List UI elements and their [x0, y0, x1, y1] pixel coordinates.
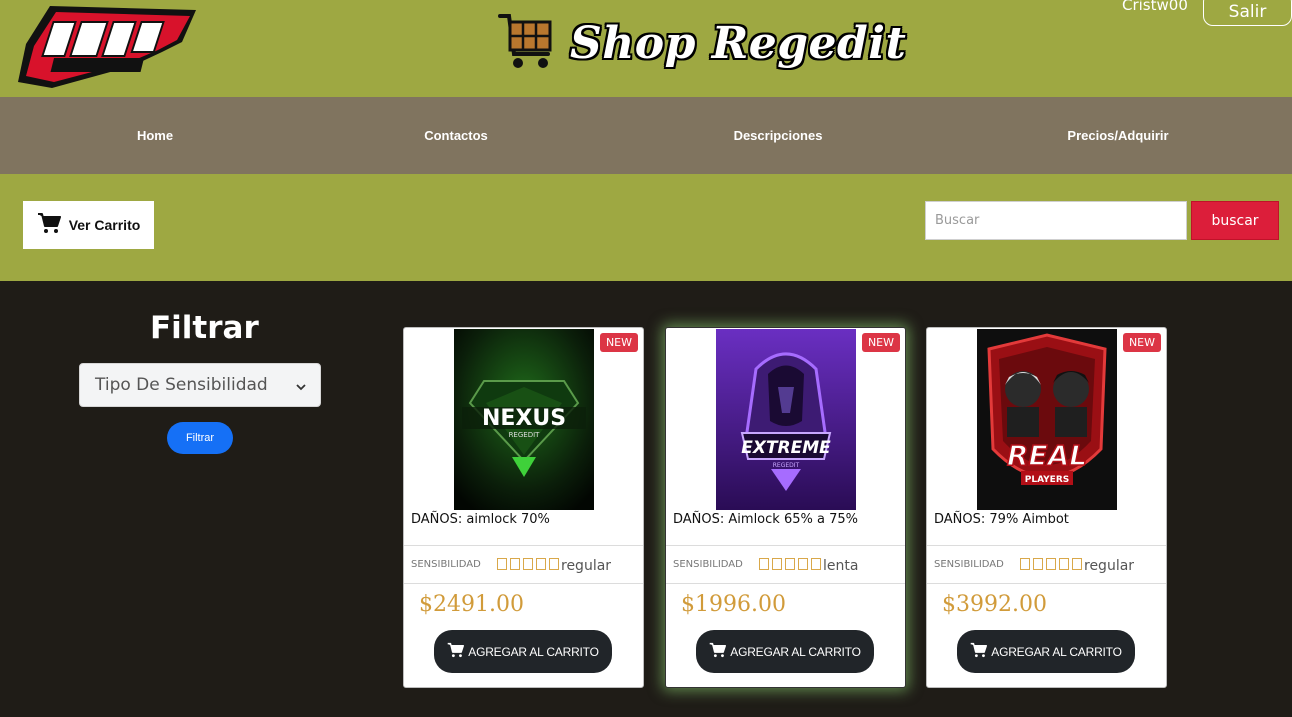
star-icon [759, 558, 769, 570]
add-to-cart-label: AGREGAR AL CARRITO [730, 644, 861, 659]
product-card: REAL PLAYERS NEW DAÑOS: 79% Aimbot SENSI… [926, 327, 1167, 688]
divider [404, 545, 643, 546]
star-icon [1072, 558, 1082, 570]
add-to-cart-button[interactable]: AGREGAR AL CARRITO [434, 630, 612, 673]
logout-button[interactable]: Salir [1203, 0, 1292, 26]
main-nav: Home Contactos Descripciones Precios/Adq… [0, 97, 1292, 174]
filter-title: Filtrar [150, 310, 259, 346]
search-input[interactable] [925, 201, 1187, 240]
divider [927, 583, 1166, 584]
search-button[interactable]: buscar [1191, 201, 1279, 240]
star-icon [510, 558, 520, 570]
star-icon [798, 558, 808, 570]
product-title: DAÑOS: 79% Aimbot [934, 512, 1069, 527]
view-cart-button[interactable]: Ver Carrito [23, 201, 154, 249]
product-title: DAÑOS: aimlock 70% [411, 512, 550, 527]
new-badge: NEW [861, 333, 900, 352]
add-to-cart-button[interactable]: AGREGAR AL CARRITO [957, 630, 1135, 673]
cart-icon [970, 642, 988, 662]
svg-text:REAL: REAL [1007, 439, 1087, 472]
sensitivity-value: regular [561, 558, 612, 574]
svg-text:REGEDIT: REGEDIT [773, 462, 800, 469]
product-price: $2491.00 [419, 592, 524, 617]
star-icon [497, 558, 507, 570]
add-to-cart-label: AGREGAR AL CARRITO [991, 644, 1122, 659]
sensitivity-select[interactable]: Tipo De Sensibilidad [79, 363, 321, 407]
sensitivity-label: SENSIBILIDAD [934, 559, 1004, 570]
sensitivity-select-value: Tipo De Sensibilidad [95, 375, 268, 395]
rating-stars [1020, 558, 1082, 570]
product-title: DAÑOS: Aimlock 65% a 75% [673, 512, 858, 527]
product-price: $3992.00 [942, 592, 1047, 617]
full-regedit-logo[interactable] [12, 2, 202, 90]
username: Cristw00 [1122, 0, 1188, 14]
svg-text:PLAYERS: PLAYERS [1025, 475, 1070, 485]
new-badge: NEW [599, 333, 638, 352]
sensitivity-value: regular [1084, 558, 1135, 574]
cart-icon [709, 642, 727, 662]
sensitivity-label: SENSIBILIDAD [673, 559, 743, 570]
star-icon [1020, 558, 1030, 570]
site-title: Shop Regedit [570, 17, 907, 69]
new-badge: NEW [1122, 333, 1161, 352]
star-icon [1059, 558, 1069, 570]
nav-item-home[interactable]: Home [100, 97, 210, 174]
divider [404, 583, 643, 584]
divider [666, 583, 905, 584]
sensitivity-value: lenta [823, 558, 859, 574]
rating-stars [759, 558, 821, 570]
star-icon [1033, 558, 1043, 570]
svg-text:EXTREME: EXTREME [741, 438, 831, 458]
nav-item-descripciones[interactable]: Descripciones [718, 97, 838, 174]
product-card: EXTREME REGEDIT NEW DAÑOS: Aimlock 65% a… [665, 327, 906, 688]
product-image-nexus[interactable]: NEXUS REGEDIT [454, 329, 594, 510]
rating-stars [497, 558, 559, 570]
divider [666, 545, 905, 546]
sensitivity-label: SENSIBILIDAD [411, 559, 481, 570]
star-icon [549, 558, 559, 570]
product-price: $1996.00 [681, 592, 786, 617]
filter-button[interactable]: Filtrar [167, 422, 233, 454]
toolbar: Ver Carrito buscar [0, 174, 1292, 281]
star-icon [785, 558, 795, 570]
product-card: NEXUS REGEDIT NEW DAÑOS: aimlock 70% SEN… [403, 327, 644, 688]
add-to-cart-button[interactable]: AGREGAR AL CARRITO [696, 630, 874, 673]
nav-item-precios[interactable]: Precios/Adquirir [1058, 97, 1178, 174]
star-icon [1046, 558, 1056, 570]
star-icon [811, 558, 821, 570]
svg-text:NEXUS: NEXUS [482, 406, 566, 431]
cart-icon [447, 642, 465, 662]
star-icon [523, 558, 533, 570]
divider [927, 545, 1166, 546]
view-cart-label: Ver Carrito [68, 217, 141, 233]
nav-item-contactos[interactable]: Contactos [400, 97, 512, 174]
product-image-real-players[interactable]: REAL PLAYERS [977, 329, 1117, 510]
star-icon [772, 558, 782, 570]
cart-icon [37, 212, 61, 238]
product-image-extreme[interactable]: EXTREME REGEDIT [716, 329, 856, 510]
brand: Shop Regedit [498, 10, 906, 76]
star-icon [536, 558, 546, 570]
add-to-cart-label: AGREGAR AL CARRITO [468, 644, 599, 659]
shopping-cart-icon [498, 10, 556, 76]
site-header: Shop Regedit Cristw00 Salir [0, 0, 1292, 97]
svg-text:REGEDIT: REGEDIT [509, 431, 541, 439]
chevron-down-icon [295, 378, 307, 398]
